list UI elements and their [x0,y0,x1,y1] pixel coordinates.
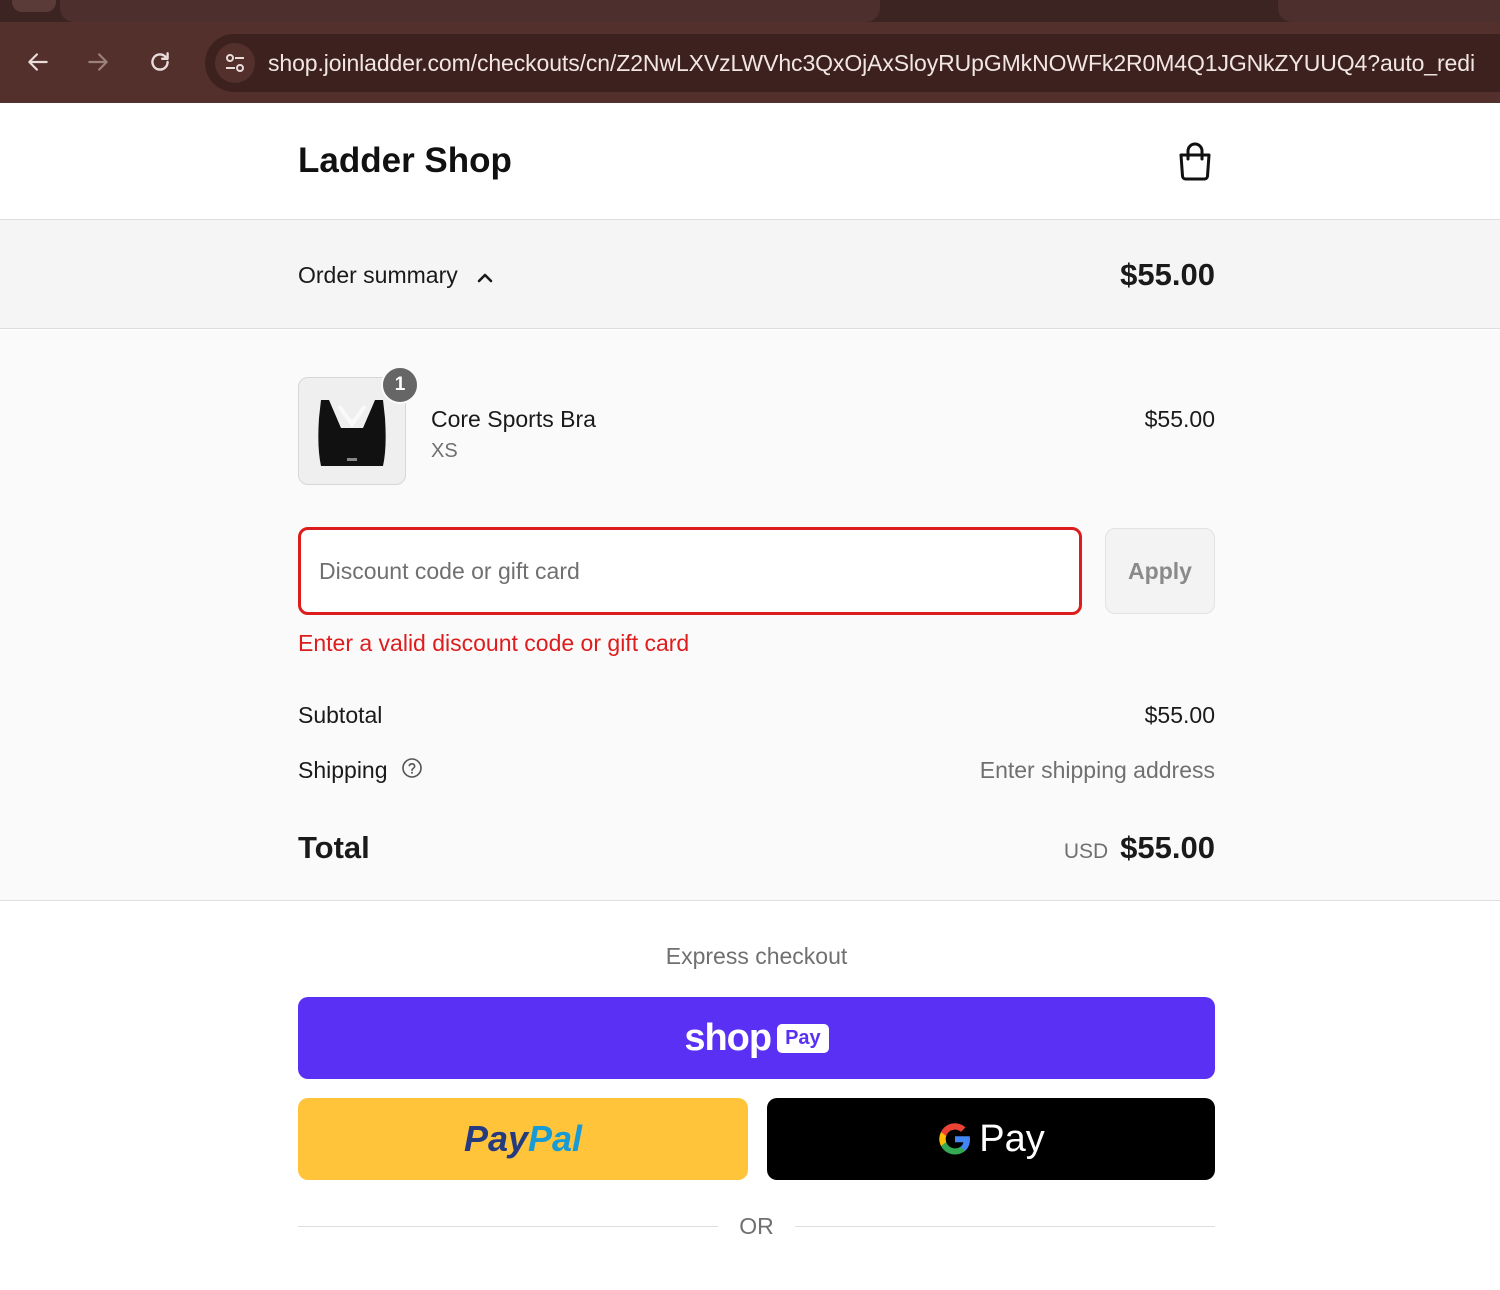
google-pay-text: Pay [979,1117,1045,1160]
shop-pay-logo-text: shop [684,1016,772,1059]
shop-pay-button[interactable]: shop Pay [298,997,1215,1079]
quantity-badge: 1 [381,366,419,404]
shop-title[interactable]: Ladder Shop [298,141,512,181]
address-bar[interactable]: shop.joinladder.com/checkouts/cn/Z2NwLXV… [205,34,1500,92]
chevron-up-icon[interactable] [475,269,495,285]
express-checkout-label: Express checkout [665,943,848,969]
browser-toolbar: shop.joinladder.com/checkouts/cn/Z2NwLXV… [0,22,1500,103]
forward-button[interactable] [78,42,118,82]
google-g-icon [939,1123,971,1155]
google-pay-button[interactable]: Pay [767,1098,1215,1180]
currency-code: USD [1063,840,1109,863]
reload-icon [151,52,169,71]
url-text[interactable]: shop.joinladder.com/checkouts/cn/Z2NwLXV… [268,50,1475,77]
shopping-bag-icon[interactable] [1176,141,1214,181]
site-info-button[interactable] [215,43,255,83]
help-circle-icon[interactable] [401,757,423,779]
shop-header: Ladder Shop [0,103,1500,220]
tab-strip [0,0,1500,22]
shipping-value: Enter shipping address [979,757,1215,783]
order-summary-total: $55.00 [1120,257,1215,292]
subtotal-value: $55.00 [1144,702,1215,728]
paypal-button[interactable]: Pay Pal [298,1098,748,1180]
tune-icon [226,54,244,72]
total-label: Total [298,830,370,865]
apply-button[interactable]: Apply [1105,528,1215,614]
or-divider: OR [298,1213,1215,1243]
order-summary-label[interactable]: Order summary [298,262,458,289]
order-summary-toggle[interactable]: Order summary $55.00 [0,220,1500,329]
shop-pay-tag: Pay [777,1023,829,1053]
product-price: $55.00 [1144,406,1215,432]
back-button[interactable] [18,42,58,82]
discount-code-input[interactable] [298,527,1082,615]
paypal-logo-part-2: Pal [528,1118,583,1159]
total-amount-group: USD $55.00 [1064,830,1215,866]
product-name: Core Sports Bra [431,406,596,432]
reload-button[interactable] [140,42,180,82]
arrow-right-icon [88,53,108,71]
tab-previous[interactable] [12,0,56,12]
subtotal-label: Subtotal [298,702,383,728]
product-variant: XS [431,440,458,462]
paypal-logo-part-1: Pay [463,1118,528,1159]
tab-next[interactable] [1278,0,1500,22]
shipping-label: Shipping [298,757,388,783]
order-summary-panel: 1 Core Sports Bra XS $55.00 Apply Enter … [0,330,1500,901]
discount-error-message: Enter a valid discount code or gift card [298,630,690,656]
total-amount: $55.00 [1120,830,1215,865]
divider-line-right [795,1226,1215,1227]
arrow-left-icon [28,53,48,71]
tab-active[interactable] [60,0,880,22]
